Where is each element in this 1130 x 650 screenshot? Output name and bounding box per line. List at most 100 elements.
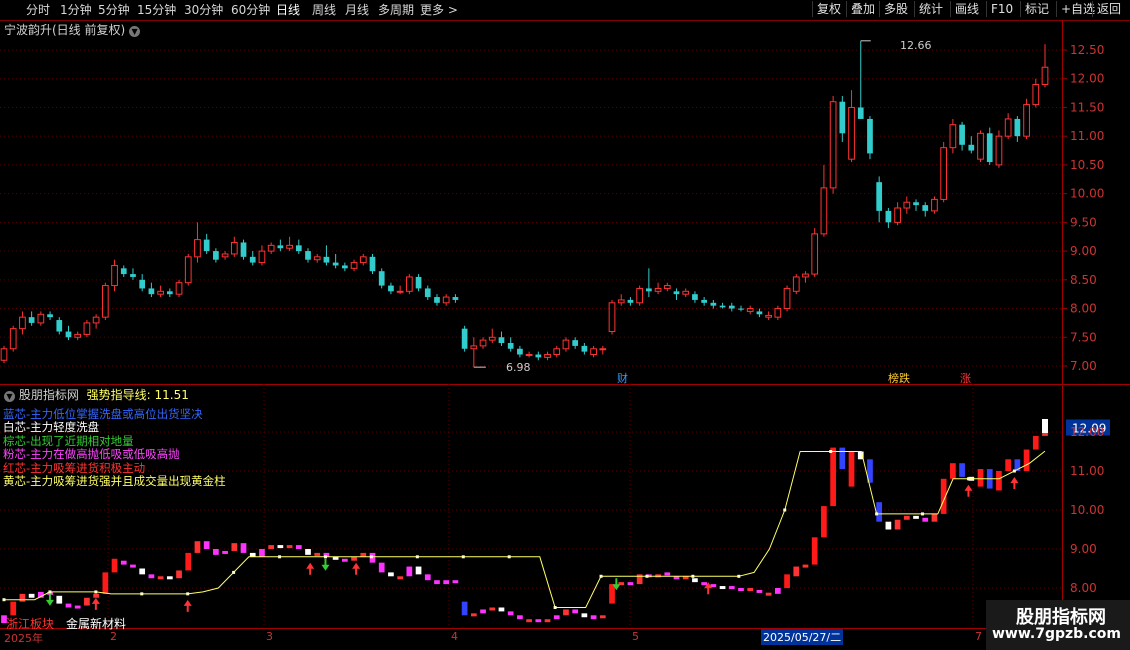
- candle-body-down: [388, 285, 394, 292]
- sector-tag-metal[interactable]: 金属新材料: [66, 615, 126, 632]
- candle-body-down: [959, 124, 965, 145]
- candle-body-down: [434, 297, 440, 303]
- candle-body-down: [581, 345, 588, 352]
- buy-arrow-icon: [91, 597, 100, 610]
- chart-grid: [0, 20, 1130, 629]
- candle-body-down: [249, 256, 256, 263]
- candle-body-down: [857, 107, 864, 119]
- indicator-block: [553, 615, 560, 620]
- candle-body-up: [792, 276, 800, 292]
- axis-label-upper: 12.50: [1070, 43, 1104, 57]
- indicator-block: [913, 515, 919, 519]
- guide-line-dot: [140, 592, 144, 596]
- indicator-block: [406, 566, 413, 577]
- candle-body-up: [903, 201, 911, 209]
- candle-body-down: [728, 305, 735, 309]
- indicator-block: [535, 619, 542, 623]
- indicator-block: [756, 589, 763, 593]
- sector-tag-zhejiang[interactable]: 浙江板块: [6, 615, 54, 632]
- candle-body-up: [9, 328, 17, 350]
- event-tag-limit[interactable]: 涨: [960, 370, 971, 386]
- candle-body-down: [986, 133, 993, 163]
- indicator-block: [793, 566, 800, 577]
- candle-body-up: [175, 282, 183, 295]
- indicator-block: [351, 556, 357, 561]
- candle-body-up: [608, 302, 616, 333]
- candle-body-down: [240, 242, 247, 257]
- candle-body-down: [305, 251, 311, 260]
- candle-body-down: [295, 245, 302, 252]
- buy-arrow-icon: [352, 562, 361, 575]
- indicator-block: [139, 568, 146, 575]
- indicator-block: [305, 549, 311, 555]
- chart-options-icon[interactable]: ▼: [129, 26, 141, 37]
- indicator-block: [314, 552, 321, 556]
- indicator-block: [259, 549, 265, 557]
- guide-line-dot: [94, 590, 98, 594]
- main-chart[interactable]: 12.50 12.00 11.50 11.00 10.50 10.00 9.50 9.00 8.…: [0, 0, 1130, 650]
- candle-body-down: [1014, 118, 1021, 137]
- candle-body-down: [332, 262, 339, 266]
- indicator-options-icon[interactable]: ▼: [4, 391, 15, 402]
- axis-label-upper: 10.00: [1070, 187, 1104, 201]
- indicator-block: [388, 572, 394, 577]
- indicator-block: [74, 605, 81, 609]
- candle-body-down: [139, 279, 146, 289]
- candle-body-up: [0, 348, 8, 361]
- candle-body-up: [19, 316, 26, 330]
- candle-body-down: [323, 256, 330, 263]
- candle-body-down: [461, 328, 468, 349]
- candle-body-down: [213, 251, 219, 260]
- indicator-block: [65, 603, 72, 608]
- indicator-block: [710, 584, 717, 588]
- guide-line-dot: [186, 592, 190, 596]
- indicator-block: [977, 469, 984, 487]
- candle-body-down: [867, 118, 873, 154]
- indicator-block: [213, 549, 219, 555]
- indicator-block: [194, 541, 201, 553]
- indicator-block: [738, 588, 744, 591]
- candle-body-up: [802, 273, 809, 278]
- indicator-block: [240, 543, 247, 553]
- event-tag-finance[interactable]: 财: [617, 370, 628, 386]
- guide-line-dot: [48, 590, 52, 594]
- guide-line-dot: [645, 574, 649, 578]
- guide-line-dot: [461, 555, 465, 559]
- candle-body-up: [396, 290, 404, 293]
- candle-body-up: [774, 308, 782, 318]
- candle-body-up: [995, 135, 1003, 166]
- indicator-block: [701, 582, 707, 586]
- candle-body-down: [885, 210, 892, 223]
- candle-body-up: [194, 239, 201, 258]
- axis-label-upper: 11.00: [1070, 129, 1104, 143]
- indicator-block: [28, 593, 35, 598]
- guide-line-dot: [737, 574, 741, 578]
- axis-label-lower: 9.00: [1070, 542, 1097, 556]
- indicator-block: [599, 615, 606, 619]
- candle-body-up: [479, 339, 487, 347]
- indicator-block: [231, 543, 238, 551]
- candle-body-up: [258, 250, 266, 264]
- guide-line-dot: [1012, 469, 1016, 473]
- candle-body-down: [203, 239, 210, 252]
- candle-body-up: [350, 262, 358, 269]
- indicator-block: [157, 576, 164, 580]
- candle-body-down: [535, 354, 542, 358]
- indicator-block: [93, 593, 99, 598]
- indicator-block: [1005, 459, 1012, 471]
- candle-body-up: [848, 106, 855, 160]
- date-label-2: 3: [266, 630, 273, 643]
- indicator-block: [517, 615, 523, 620]
- indicator-block: [498, 607, 505, 612]
- axis-label-lower: 11.00: [1070, 464, 1104, 478]
- indicator-block: [342, 558, 348, 562]
- axis-label-upper: 7.50: [1070, 330, 1097, 344]
- indicator-block: [268, 545, 275, 549]
- indicator-block: [461, 601, 468, 616]
- indicator-block: [507, 611, 514, 616]
- candle-body-down: [120, 268, 127, 275]
- guide-line-dot: [278, 555, 282, 559]
- indicator-block: [130, 564, 136, 568]
- candlestick-series: [0, 40, 1049, 368]
- event-tag-rank[interactable]: 榜跌: [888, 370, 910, 386]
